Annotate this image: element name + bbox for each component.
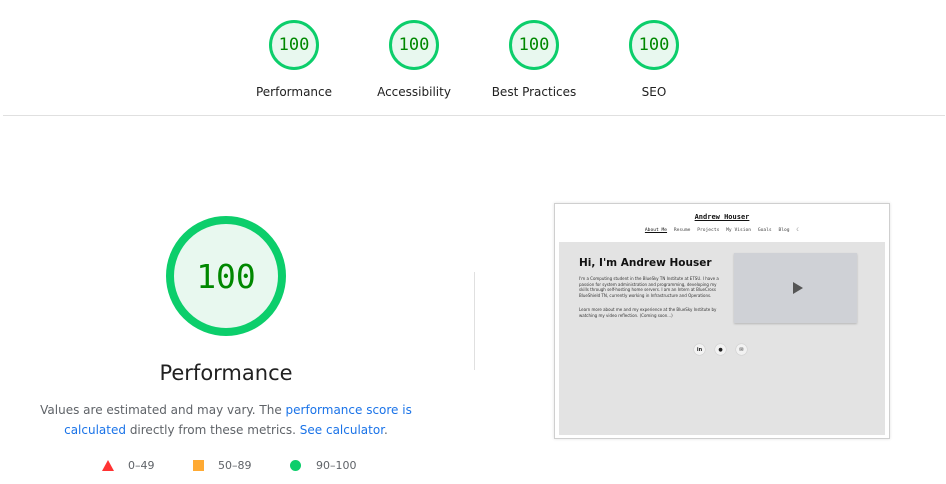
score-ring: 100 <box>389 20 439 70</box>
circle-icon <box>290 460 301 471</box>
legend-pass: 90–100 <box>290 459 357 472</box>
score-value: 100 <box>638 35 670 55</box>
see-calculator-link[interactable]: See calculator <box>300 423 384 437</box>
performance-title: Performance <box>159 361 293 385</box>
nav-my-vision: My Vision <box>726 228 752 233</box>
email-icon: ✉ <box>736 344 747 355</box>
square-icon <box>193 460 204 471</box>
video-placeholder <box>734 253 857 323</box>
social-links: in ● ✉ <box>694 344 747 355</box>
gauge-label: Accessibility <box>377 85 451 99</box>
gauge-seo[interactable]: 100 SEO <box>599 20 709 99</box>
play-icon <box>792 282 803 294</box>
site-heading: Hi, I'm Andrew Houser <box>579 257 712 269</box>
gauge-best-practices[interactable]: 100 Best Practices <box>479 20 589 99</box>
category-summary: 100 Performance 100 Accessibility 100 Be… <box>0 20 946 100</box>
site-body: Hi, I'm Andrew Houser I'm a Computing st… <box>559 242 885 435</box>
triangle-icon <box>102 460 114 471</box>
legend-average-label: 50–89 <box>218 459 252 472</box>
site-intro-paragraph: I'm a Computing student in the BlueSky T… <box>579 276 719 298</box>
score-ring: 100 <box>269 20 319 70</box>
performance-score-gauge: 100 <box>166 216 286 336</box>
vertical-divider <box>474 272 475 370</box>
github-icon: ● <box>715 344 726 355</box>
gauge-performance[interactable]: 100 Performance <box>239 20 349 99</box>
gauge-accessibility[interactable]: 100 Accessibility <box>359 20 469 99</box>
performance-score-value: 100 <box>196 256 256 296</box>
desc-suffix: . <box>384 423 388 437</box>
site-header: Andrew Houser About Me Resume Projects M… <box>555 204 889 242</box>
nav-resume: Resume <box>673 228 691 233</box>
header-divider <box>3 115 945 116</box>
legend-fail: 0–49 <box>102 459 155 472</box>
legend-fail-label: 0–49 <box>128 459 155 472</box>
gauge-label: Best Practices <box>491 85 577 99</box>
nav-projects: Projects <box>697 228 720 233</box>
site-video-paragraph: Learn more about me and my experience at… <box>579 307 717 318</box>
score-value: 100 <box>398 35 430 55</box>
desc-middle: directly from these metrics. <box>126 423 300 437</box>
desc-prefix: Values are estimated and may vary. The <box>40 403 286 417</box>
nav-goals: Goals <box>757 228 772 233</box>
score-ring: 100 <box>629 20 679 70</box>
final-screenshot[interactable]: Andrew Houser About Me Resume Projects M… <box>554 203 890 439</box>
nav-about-me: About Me <box>644 228 668 233</box>
legend-pass-label: 90–100 <box>316 459 357 472</box>
site-title: Andrew Houser <box>694 213 750 221</box>
score-value: 100 <box>518 35 550 55</box>
gauge-label: Performance <box>255 85 333 99</box>
gauge-label: SEO <box>641 85 667 99</box>
performance-description: Values are estimated and may vary. The p… <box>40 400 412 440</box>
moon-icon: ☾ <box>796 228 800 233</box>
score-ring: 100 <box>509 20 559 70</box>
legend-average: 50–89 <box>193 459 252 472</box>
score-value: 100 <box>278 35 310 55</box>
linkedin-icon: in <box>694 344 705 355</box>
nav-blog: Blog <box>778 228 790 233</box>
site-nav: About Me Resume Projects My Vision Goals… <box>555 228 889 233</box>
